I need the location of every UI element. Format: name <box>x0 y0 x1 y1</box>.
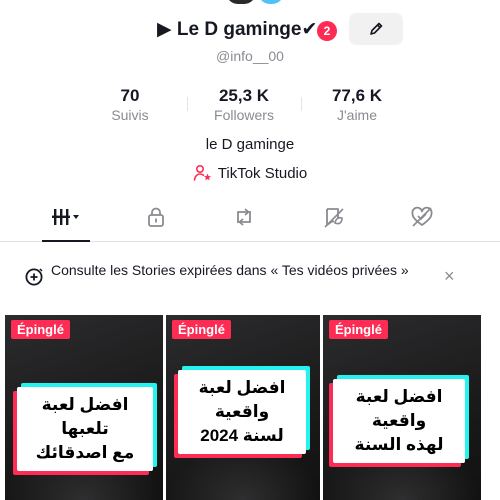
video-thumbnail[interactable]: Épinglé افضل لعبة واقعية لسنة 2024 <box>166 315 320 500</box>
active-tab-indicator <box>42 240 90 242</box>
stat-label: Followers <box>214 107 274 123</box>
pinned-badge: Épinglé <box>329 320 388 339</box>
card-line: افضل لعبة واقعية <box>355 387 443 430</box>
card-line: افضل لعبة تلعبها <box>41 395 129 438</box>
stories-banner[interactable]: Consulte les Stories expirées dans « Tes… <box>0 255 500 303</box>
video-thumbnail[interactable]: Épinglé افضل لعبة تلعبها مع اصدقائك <box>5 315 163 500</box>
profile-tabs <box>0 202 500 242</box>
stories-message: Consulte les Stories expirées dans « Tes… <box>51 262 409 278</box>
pinned-badge: Épinglé <box>11 320 70 339</box>
add-avatar-button[interactable] <box>258 0 284 4</box>
tab-liked[interactable] <box>392 202 452 242</box>
liked-icon <box>411 206 433 227</box>
close-icon[interactable]: × <box>444 266 455 287</box>
tab-favorites[interactable] <box>304 202 364 242</box>
profile-bio: le D gaminge <box>205 136 295 153</box>
avatar[interactable] <box>226 0 256 4</box>
notification-badge[interactable]: 2 <box>317 21 337 41</box>
tab-reposts[interactable] <box>214 202 274 242</box>
divider <box>187 97 188 111</box>
stat-likes[interactable]: 77,6 K J'aime <box>302 86 412 124</box>
card-line: لهذه السنة <box>354 435 444 454</box>
lock-icon <box>148 207 164 227</box>
stat-followers[interactable]: 25,3 K Followers <box>189 86 299 124</box>
stat-label: J'aime <box>336 107 378 123</box>
video-title-card: افضل لعبة تلعبها مع اصدقائك <box>17 387 153 471</box>
stat-value: 70 <box>120 86 140 105</box>
pencil-icon <box>370 22 383 35</box>
stat-following[interactable]: 70 Suivis <box>75 86 185 124</box>
stat-label: Suivis <box>111 107 149 123</box>
edit-profile-button[interactable] <box>349 13 403 45</box>
card-line: مع اصدقائك <box>35 443 135 462</box>
profile-header: ▶ Le D gaminge✔ 2 <box>0 13 500 45</box>
video-title-card: افضل لعبة واقعية لهذه السنة <box>333 379 465 463</box>
stat-value: 25,3 K <box>218 86 270 105</box>
grid-icon <box>52 209 79 225</box>
tab-private[interactable] <box>126 202 186 242</box>
tiktok-studio-link[interactable]: TikTok Studio <box>0 164 500 182</box>
profile-handle: @info__00 <box>216 48 284 64</box>
stat-value: 77,6 K <box>331 86 383 105</box>
username[interactable]: ▶ Le D gaminge✔ <box>157 17 317 43</box>
video-thumbnail[interactable]: Épinglé افضل لعبة واقعية لهذه السنة <box>323 315 481 500</box>
top-avatars <box>0 0 500 6</box>
tab-videos[interactable] <box>36 202 96 242</box>
add-story-icon <box>25 268 43 286</box>
card-line: افضل لعبة واقعية <box>198 378 286 421</box>
studio-icon <box>193 164 211 181</box>
video-title-card: افضل لعبة واقعية لسنة 2024 <box>178 370 306 454</box>
studio-label: TikTok Studio <box>217 164 308 182</box>
card-line: لسنة 2024 <box>200 426 284 445</box>
video-grid: Épinglé افضل لعبة تلعبها مع اصدقائك Épin… <box>0 315 500 500</box>
repost-icon <box>237 208 251 226</box>
favorites-icon <box>324 208 344 228</box>
pinned-badge: Épinglé <box>172 320 231 339</box>
